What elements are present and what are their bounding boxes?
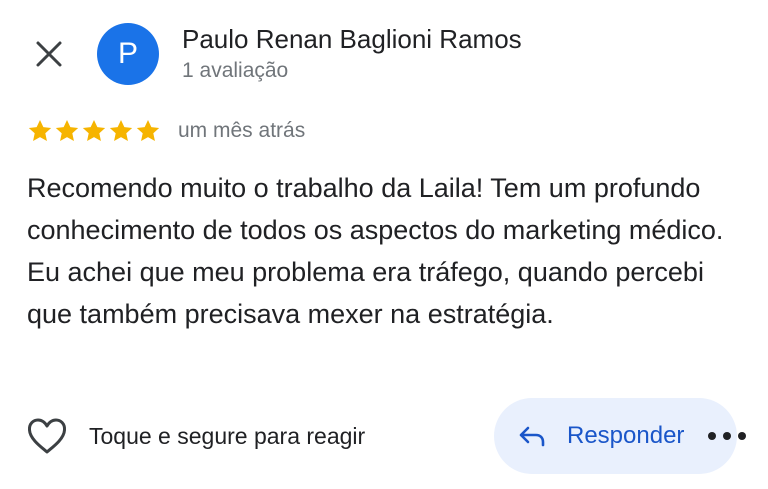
more-horizontal-icon [738,432,746,440]
review-time: um mês atrás [178,119,306,142]
heart-outline-icon [27,418,67,454]
star-rating [27,118,161,144]
avatar[interactable]: P [97,23,159,85]
close-button[interactable] [26,31,72,77]
reply-button[interactable]: Responder [494,398,737,474]
more-horizontal-icon [708,432,716,440]
close-icon [36,41,62,67]
more-options-button[interactable] [708,425,746,447]
author-name[interactable]: Paulo Renan Baglioni Ramos [182,24,522,55]
rating-row: um mês atrás [27,116,305,146]
star-icon [109,119,133,141]
reply-arrow-icon [519,426,545,447]
react-label: Toque e segure para reagir [89,422,366,449]
author-review-count: 1 avaliação [182,59,289,82]
react-button[interactable]: Toque e segure para reagir [26,414,365,458]
star-icon [82,119,106,141]
star-icon [28,119,52,141]
avatar-letter: P [117,37,138,70]
review-text: Recomendo muito o trabalho da Laila! Tem… [27,173,724,329]
reply-label: Responder [567,422,685,449]
star-icon [136,119,160,141]
more-horizontal-icon [723,432,731,440]
star-icon [55,119,79,141]
